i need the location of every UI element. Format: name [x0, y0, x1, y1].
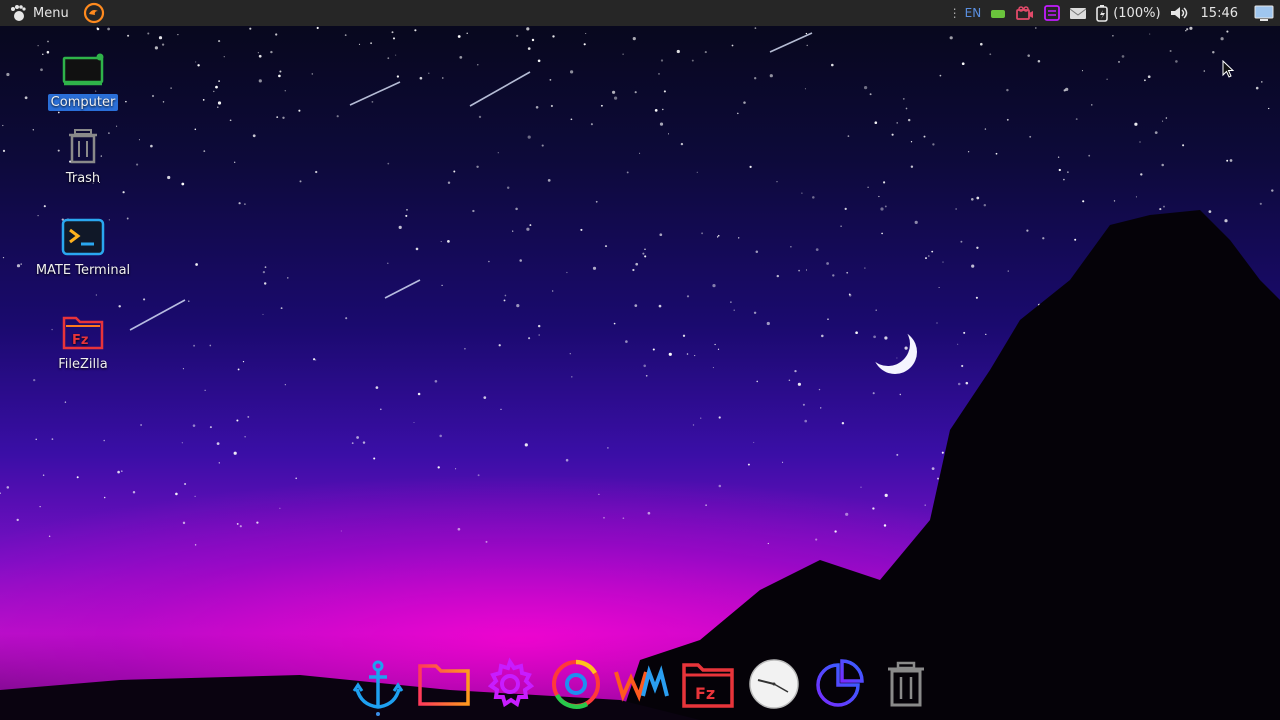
desktop-icon-label: Trash [65, 171, 101, 186]
launcher-icon[interactable] [83, 2, 105, 24]
dock: Fz [345, 652, 939, 716]
battery-indicator[interactable]: (100%) [1095, 4, 1161, 22]
firefox-icon [83, 2, 104, 24]
filezilla-icon: Fz [682, 663, 734, 708]
top-panel: Menu ⋮ EN (100%) 15:46 [0, 0, 1280, 26]
panel-clock[interactable]: 15:46 [1201, 6, 1238, 21]
filezilla-icon: Fz [62, 316, 104, 350]
system-tray: ⋮ EN (100%) 15:46 [941, 0, 1280, 26]
dock-item-trash[interactable] [873, 652, 939, 716]
network-icon[interactable] [989, 6, 1007, 20]
battery-icon [1096, 5, 1109, 22]
desktop-icon-trash[interactable]: Trash [28, 126, 138, 187]
running-indicator [376, 712, 380, 716]
clipboard-icon[interactable] [1043, 5, 1061, 21]
dock-item-clock[interactable] [741, 652, 807, 716]
desktop-icon-label: Computer [47, 94, 119, 111]
folder-icon [418, 664, 470, 706]
dock-item-settings[interactable] [477, 652, 543, 716]
dock-item-anchor[interactable] [345, 652, 411, 716]
menu-button[interactable]: Menu [0, 0, 77, 26]
settings-icon [487, 657, 535, 708]
show-desktop-icon[interactable] [1254, 4, 1274, 22]
desktop-icon-label: FileZilla [58, 357, 108, 372]
wm-icon [614, 665, 669, 702]
computer-icon [62, 53, 104, 86]
dock-item-filezilla[interactable]: Fz [675, 652, 741, 716]
anchor-icon [352, 660, 404, 709]
clock-icon [749, 659, 799, 709]
dock-item-wm[interactable] [609, 652, 675, 716]
desktop-icon-computer[interactable]: Computer [28, 50, 138, 111]
chrome-icon [552, 659, 600, 709]
pie-chart-icon [816, 659, 864, 707]
trash-icon [69, 129, 97, 164]
desktop-icon-label: MATE Terminal [35, 263, 131, 278]
terminal-icon [61, 218, 105, 256]
svg-text:Fz: Fz [695, 684, 715, 703]
menu-label: Menu [33, 5, 69, 21]
volume-icon[interactable] [1169, 5, 1189, 21]
camera-recorder-icon[interactable] [1015, 5, 1035, 21]
dock-item-usage[interactable] [807, 652, 873, 716]
trash-icon [888, 661, 924, 707]
gnome-foot-icon [11, 5, 26, 21]
keyboard-layout-label: EN [964, 6, 982, 20]
dock-item-chrome[interactable] [543, 652, 609, 716]
dock-item-files[interactable] [411, 652, 477, 716]
mail-icon[interactable] [1069, 6, 1087, 20]
tree-silhouette [0, 210, 1280, 720]
svg-text:Fz: Fz [72, 333, 88, 348]
mouse-cursor-icon [1222, 60, 1235, 78]
desktop-icon-terminal[interactable]: MATE Terminal [28, 218, 138, 279]
battery-percent: (100%) [1113, 5, 1161, 21]
keyboard-layout-indicator[interactable]: ⋮ EN [949, 6, 982, 20]
desktop-icon-filezilla[interactable]: Fz FileZilla [28, 310, 138, 373]
